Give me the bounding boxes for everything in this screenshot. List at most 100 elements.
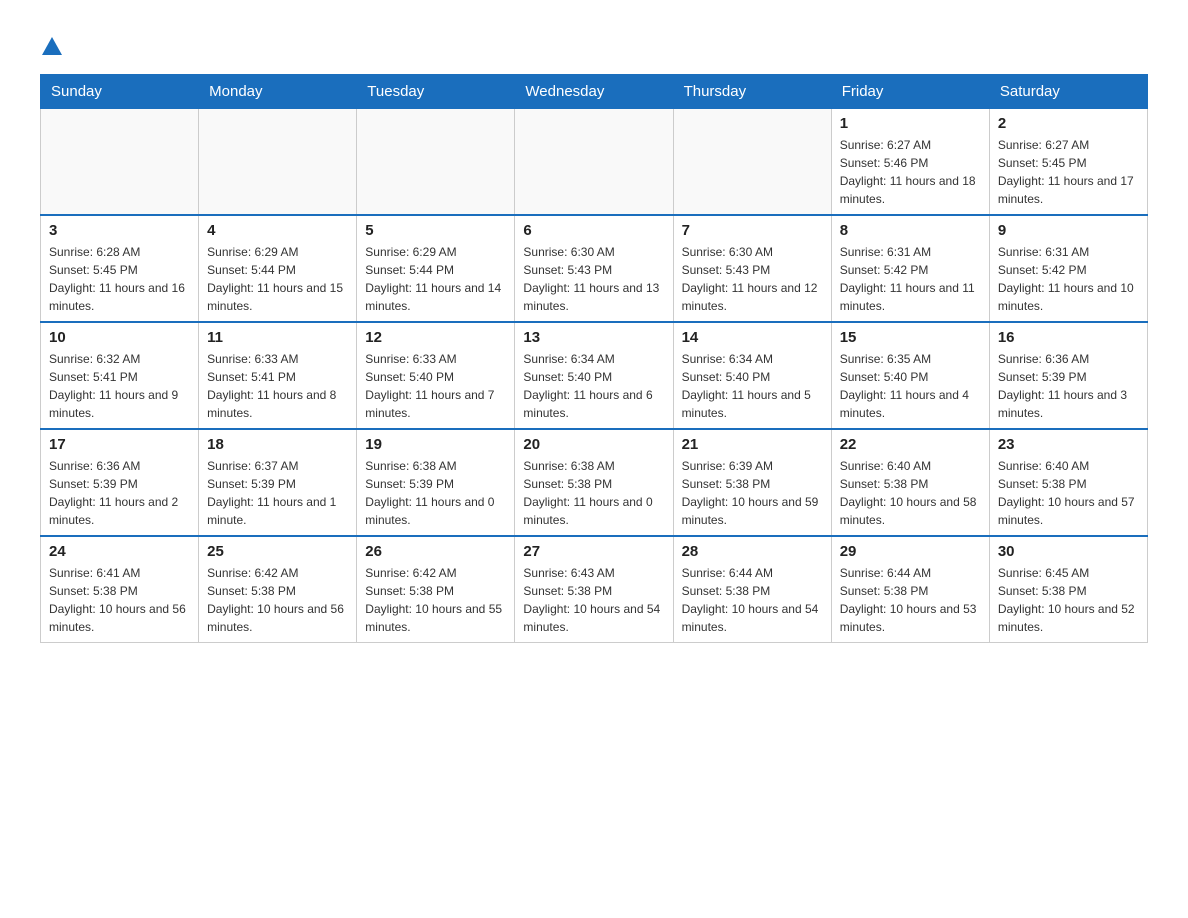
calendar-cell: 25Sunrise: 6:42 AMSunset: 5:38 PMDayligh… (199, 536, 357, 643)
calendar-week-2: 3 Sunrise: 6:28 AMSunset: 5:45 PMDaylight… (41, 215, 1148, 322)
day-info: Sunrise: 6:27 AMSunset: 5:45 PMDaylight:… (998, 136, 1139, 208)
day-info: Sunrise: 6:29 AMSunset: 5:44 PMDaylight:… (365, 243, 506, 315)
calendar-cell: 21Sunrise: 6:39 AMSunset: 5:38 PMDayligh… (673, 429, 831, 536)
calendar-cell: 20 Sunrise: 6:38 AMSunset: 5:38 PMDayligh… (515, 429, 673, 536)
day-number: 10 (49, 329, 190, 346)
day-info: Sunrise: 6:42 AMSunset: 5:38 PMDaylight:… (207, 564, 348, 636)
day-info: Sunrise: 6:33 AMSunset: 5:40 PMDaylight:… (365, 350, 506, 422)
calendar-cell: 28 Sunrise: 6:44 AMSunset: 5:38 PMDayligh… (673, 536, 831, 643)
calendar-cell: 1 Sunrise: 6:27 AMSunset: 5:46 PMDaylight… (831, 109, 989, 216)
weekday-header-sunday: Sunday (41, 75, 199, 109)
day-info: Sunrise: 6:35 AMSunset: 5:40 PMDaylight:… (840, 350, 981, 422)
day-info: Sunrise: 6:45 AMSunset: 5:38 PMDaylight:… (998, 564, 1139, 636)
day-info: Sunrise: 6:27 AMSunset: 5:46 PMDaylight:… (840, 136, 981, 208)
calendar-week-1: 1 Sunrise: 6:27 AMSunset: 5:46 PMDaylight… (41, 109, 1148, 216)
logo-triangle-icon (42, 37, 62, 55)
day-number: 27 (523, 543, 664, 560)
day-number: 12 (365, 329, 506, 346)
calendar-cell: 18 Sunrise: 6:37 AMSunset: 5:39 PMDayligh… (199, 429, 357, 536)
day-number: 4 (207, 222, 348, 239)
calendar-cell: 4 Sunrise: 6:29 AMSunset: 5:44 PMDaylight… (199, 215, 357, 322)
day-info: Sunrise: 6:37 AMSunset: 5:39 PMDaylight:… (207, 457, 348, 529)
day-info: Sunrise: 6:44 AMSunset: 5:38 PMDaylight:… (840, 564, 981, 636)
day-info: Sunrise: 6:36 AMSunset: 5:39 PMDaylight:… (49, 457, 190, 529)
day-number: 30 (998, 543, 1139, 560)
day-info: Sunrise: 6:31 AMSunset: 5:42 PMDaylight:… (840, 243, 981, 315)
calendar-cell: 6 Sunrise: 6:30 AMSunset: 5:43 PMDaylight… (515, 215, 673, 322)
day-info: Sunrise: 6:31 AMSunset: 5:42 PMDaylight:… (998, 243, 1139, 315)
weekday-header-wednesday: Wednesday (515, 75, 673, 109)
weekday-header-monday: Monday (199, 75, 357, 109)
day-number: 14 (682, 329, 823, 346)
calendar-cell: 19 Sunrise: 6:38 AMSunset: 5:39 PMDayligh… (357, 429, 515, 536)
day-info: Sunrise: 6:33 AMSunset: 5:41 PMDaylight:… (207, 350, 348, 422)
calendar-cell: 29 Sunrise: 6:44 AMSunset: 5:38 PMDayligh… (831, 536, 989, 643)
day-number: 7 (682, 222, 823, 239)
calendar-cell (515, 109, 673, 216)
day-number: 23 (998, 436, 1139, 453)
calendar-cell: 5 Sunrise: 6:29 AMSunset: 5:44 PMDaylight… (357, 215, 515, 322)
calendar-cell (41, 109, 199, 216)
calendar-cell: 14 Sunrise: 6:34 AMSunset: 5:40 PMDayligh… (673, 322, 831, 429)
day-number: 1 (840, 115, 981, 132)
calendar-cell: 10 Sunrise: 6:32 AMSunset: 5:41 PMDayligh… (41, 322, 199, 429)
day-info: Sunrise: 6:32 AMSunset: 5:41 PMDaylight:… (49, 350, 190, 422)
day-number: 19 (365, 436, 506, 453)
day-number: 15 (840, 329, 981, 346)
day-number: 17 (49, 436, 190, 453)
calendar-cell: 9 Sunrise: 6:31 AMSunset: 5:42 PMDaylight… (989, 215, 1147, 322)
day-number: 5 (365, 222, 506, 239)
day-number: 22 (840, 436, 981, 453)
weekday-header-tuesday: Tuesday (357, 75, 515, 109)
calendar-cell: 22Sunrise: 6:40 AMSunset: 5:38 PMDayligh… (831, 429, 989, 536)
day-info: Sunrise: 6:29 AMSunset: 5:44 PMDaylight:… (207, 243, 348, 315)
weekday-header-thursday: Thursday (673, 75, 831, 109)
calendar-cell: 17 Sunrise: 6:36 AMSunset: 5:39 PMDayligh… (41, 429, 199, 536)
weekday-header-friday: Friday (831, 75, 989, 109)
calendar-cell: 26Sunrise: 6:42 AMSunset: 5:38 PMDayligh… (357, 536, 515, 643)
day-number: 6 (523, 222, 664, 239)
day-number: 9 (998, 222, 1139, 239)
day-number: 16 (998, 329, 1139, 346)
calendar-cell: 2 Sunrise: 6:27 AMSunset: 5:45 PMDaylight… (989, 109, 1147, 216)
day-number: 2 (998, 115, 1139, 132)
day-number: 29 (840, 543, 981, 560)
calendar-cell: 24Sunrise: 6:41 AMSunset: 5:38 PMDayligh… (41, 536, 199, 643)
day-number: 21 (682, 436, 823, 453)
calendar-cell (673, 109, 831, 216)
day-number: 11 (207, 329, 348, 346)
day-info: Sunrise: 6:38 AMSunset: 5:39 PMDaylight:… (365, 457, 506, 529)
day-info: Sunrise: 6:43 AMSunset: 5:38 PMDaylight:… (523, 564, 664, 636)
calendar-cell: 12 Sunrise: 6:33 AMSunset: 5:40 PMDayligh… (357, 322, 515, 429)
day-info: Sunrise: 6:30 AMSunset: 5:43 PMDaylight:… (523, 243, 664, 315)
day-info: Sunrise: 6:34 AMSunset: 5:40 PMDaylight:… (682, 350, 823, 422)
calendar-cell: 16 Sunrise: 6:36 AMSunset: 5:39 PMDayligh… (989, 322, 1147, 429)
day-info: Sunrise: 6:44 AMSunset: 5:38 PMDaylight:… (682, 564, 823, 636)
weekday-header-saturday: Saturday (989, 75, 1147, 109)
calendar-cell (199, 109, 357, 216)
calendar-table: SundayMondayTuesdayWednesdayThursdayFrid… (40, 74, 1148, 643)
day-info: Sunrise: 6:38 AMSunset: 5:38 PMDaylight:… (523, 457, 664, 529)
day-info: Sunrise: 6:30 AMSunset: 5:43 PMDaylight:… (682, 243, 823, 315)
calendar-cell: 8Sunrise: 6:31 AMSunset: 5:42 PMDaylight… (831, 215, 989, 322)
calendar-cell: 7 Sunrise: 6:30 AMSunset: 5:43 PMDaylight… (673, 215, 831, 322)
calendar-cell: 27 Sunrise: 6:43 AMSunset: 5:38 PMDayligh… (515, 536, 673, 643)
day-number: 20 (523, 436, 664, 453)
day-number: 3 (49, 222, 190, 239)
weekday-header-row: SundayMondayTuesdayWednesdayThursdayFrid… (41, 75, 1148, 109)
calendar-cell: 3 Sunrise: 6:28 AMSunset: 5:45 PMDaylight… (41, 215, 199, 322)
day-number: 24 (49, 543, 190, 560)
day-info: Sunrise: 6:28 AMSunset: 5:45 PMDaylight:… (49, 243, 190, 315)
day-info: Sunrise: 6:34 AMSunset: 5:40 PMDaylight:… (523, 350, 664, 422)
calendar-cell: 23Sunrise: 6:40 AMSunset: 5:38 PMDayligh… (989, 429, 1147, 536)
calendar-cell: 30 Sunrise: 6:45 AMSunset: 5:38 PMDayligh… (989, 536, 1147, 643)
calendar-week-5: 24Sunrise: 6:41 AMSunset: 5:38 PMDayligh… (41, 536, 1148, 643)
day-number: 26 (365, 543, 506, 560)
calendar-cell (357, 109, 515, 216)
calendar-week-4: 17 Sunrise: 6:36 AMSunset: 5:39 PMDayligh… (41, 429, 1148, 536)
logo (40, 30, 62, 54)
day-number: 18 (207, 436, 348, 453)
day-info: Sunrise: 6:36 AMSunset: 5:39 PMDaylight:… (998, 350, 1139, 422)
day-number: 28 (682, 543, 823, 560)
day-number: 13 (523, 329, 664, 346)
